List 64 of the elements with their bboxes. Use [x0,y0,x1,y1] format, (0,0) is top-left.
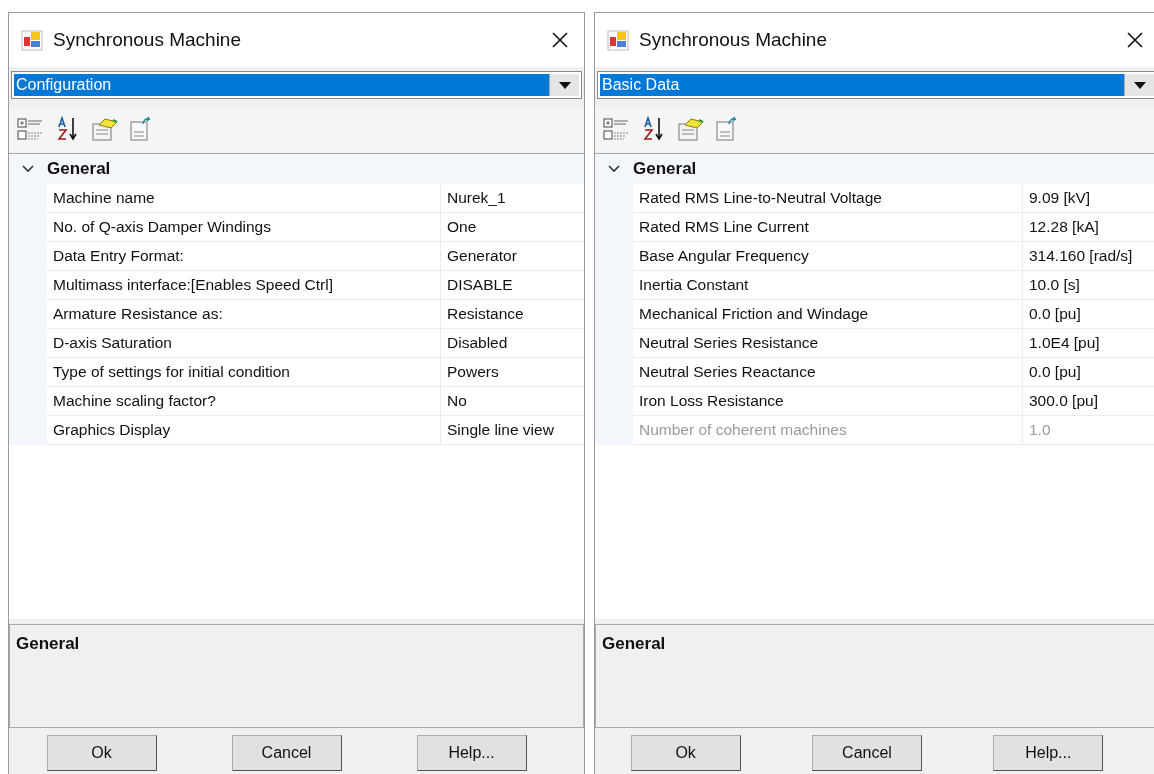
property-value[interactable]: 314.160 [rad/s] [1023,242,1154,271]
property-name: No. of Q-axis Damper Windings [47,213,441,242]
property-pages-icon[interactable] [677,116,705,142]
property-name: Rated RMS Line-to-Neutral Voltage [633,184,1023,213]
property-value[interactable]: Disabled [441,329,584,358]
property-name: Graphics Display [47,416,441,445]
property-name: Neutral Series Resistance [633,329,1023,358]
window-title: Synchronous Machine [639,27,828,52]
property-value[interactable]: 0.0 [pu] [1023,300,1154,329]
property-value[interactable]: DISABLE [441,271,584,300]
property-value[interactable]: No [441,387,584,416]
property-value[interactable]: 0.0 [pu] [1023,358,1154,387]
property-value[interactable]: 1.0E4 [pu] [1023,329,1154,358]
property-value[interactable]: One [441,213,584,242]
dialog-button[interactable]: Cancel [231,735,342,771]
app-icon [21,29,43,51]
property-value: 1.0 [1023,416,1154,445]
chevron-down-icon[interactable] [22,165,34,173]
property-value[interactable]: 9.09 [kV] [1023,184,1154,213]
property-value[interactable]: Generator [441,242,584,271]
page-icon[interactable] [715,116,739,142]
property-name: Multimass interface:[Enables Speed Ctrl] [47,271,441,300]
property-name: Machine name [47,184,441,213]
property-value[interactable]: 12.28 [kA] [1023,213,1154,242]
window-title: Synchronous Machine [53,27,242,52]
close-icon[interactable] [550,30,570,50]
property-pages-icon[interactable] [91,116,119,142]
property-value[interactable]: 10.0 [s] [1023,271,1154,300]
property-name: Iron Loss Resistance [633,387,1023,416]
property-value[interactable]: Single line view [441,416,584,445]
property-name: D-axis Saturation [47,329,441,358]
dialog-button[interactable]: Help... [993,735,1104,771]
property-name: Type of settings for initial condition [47,358,441,387]
page-dropdown[interactable]: Configuration [11,71,582,99]
categorized-icon[interactable] [17,116,45,142]
chevron-down-icon[interactable] [608,165,620,173]
category-header: General [47,158,111,181]
property-value[interactable]: Powers [441,358,584,387]
property-name: Data Entry Format: [47,242,441,271]
property-name: Rated RMS Line Current [633,213,1023,242]
property-name: Base Angular Frequency [633,242,1023,271]
property-value[interactable]: Resistance [441,300,584,329]
description-title: General [16,634,80,653]
dialog-button[interactable]: Ok [630,735,741,771]
property-name: Armature Resistance as: [47,300,441,329]
page-icon[interactable] [129,116,153,142]
property-value[interactable]: Nurek_1 [441,184,584,213]
dialog-button[interactable]: Help... [416,735,527,771]
property-value[interactable]: 300.0 [pu] [1023,387,1154,416]
category-header: General [633,158,697,181]
description-title: General [602,634,666,653]
property-name: Inertia Constant [633,271,1023,300]
property-name: Machine scaling factor? [47,387,441,416]
dialog-button[interactable]: Cancel [812,735,922,771]
property-name: Mechanical Friction and Windage [633,300,1023,329]
property-name: Neutral Series Reactance [633,358,1023,387]
property-name: Number of coherent machines [633,416,1023,445]
page-dropdown[interactable]: Basic Data [597,71,1154,99]
app-icon [607,29,629,51]
dialog-button[interactable]: Ok [46,735,157,771]
categorized-icon[interactable] [603,116,631,142]
dropdown-arrow-icon [1133,81,1146,89]
close-icon[interactable] [1125,30,1145,50]
dropdown-arrow-icon [558,81,571,89]
